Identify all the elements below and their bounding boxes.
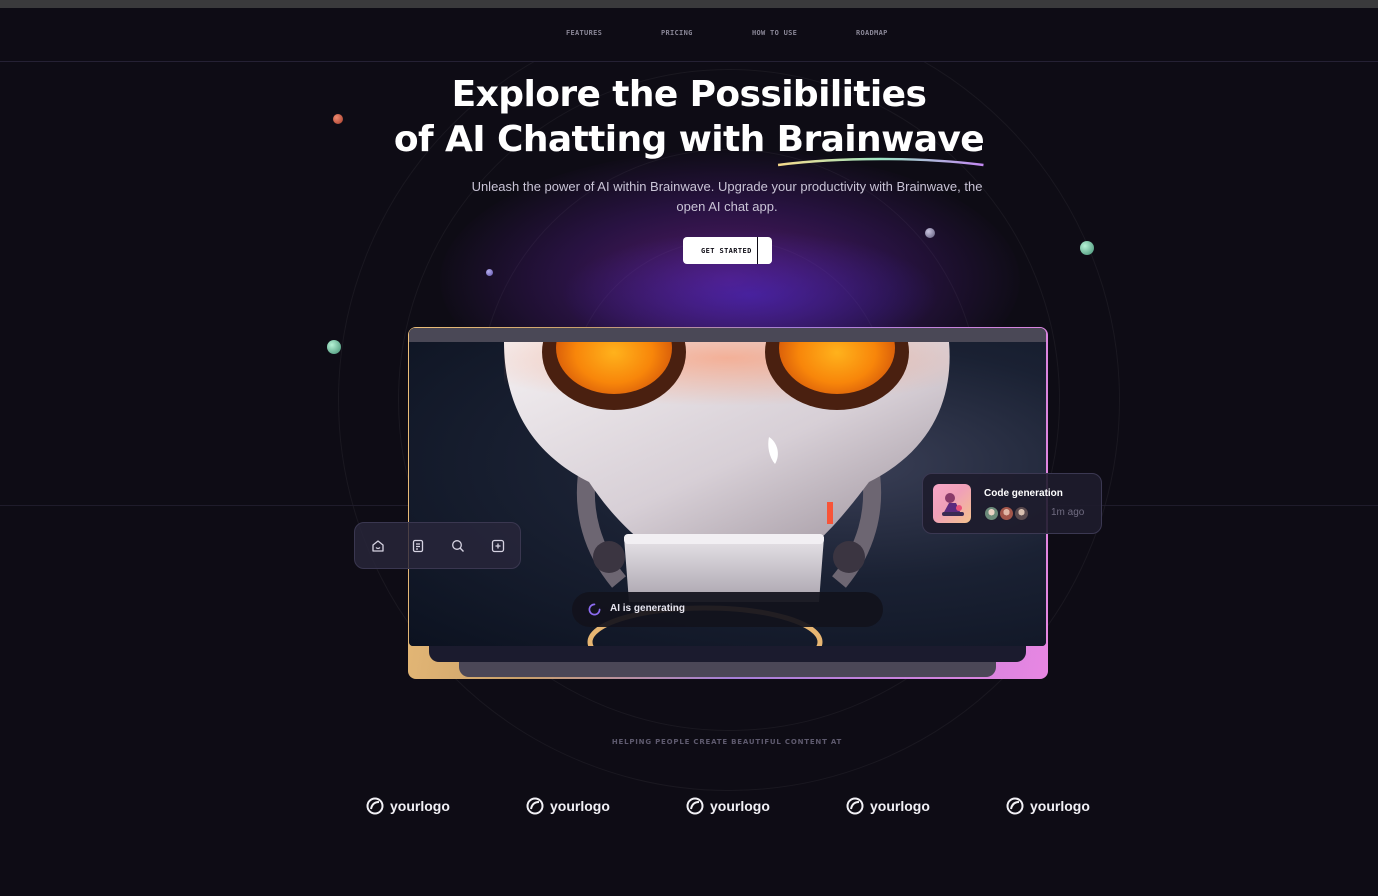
get-started-button[interactable]: GET STARTED bbox=[683, 237, 772, 264]
company-logo-text: yourlogo bbox=[390, 798, 450, 814]
company-logo-icon bbox=[686, 797, 704, 815]
loading-spinner-icon bbox=[588, 603, 601, 616]
company-logo-icon bbox=[846, 797, 864, 815]
company-logo-icon bbox=[526, 797, 544, 815]
get-started-label: GET STARTED bbox=[701, 246, 752, 255]
avatar bbox=[999, 506, 1014, 521]
nav-link-roadmap[interactable]: ROADMAP bbox=[856, 29, 888, 37]
company-logo-text: yourlogo bbox=[1030, 798, 1090, 814]
search-icon[interactable] bbox=[449, 537, 467, 555]
decor-orb-red bbox=[333, 114, 343, 124]
ai-generating-status: AI is generating bbox=[572, 592, 883, 627]
floating-toolbar bbox=[354, 522, 521, 569]
browser-top-strip bbox=[0, 0, 1378, 8]
showcase-topbar bbox=[409, 328, 1046, 342]
button-corner-notch bbox=[757, 237, 772, 264]
code-generation-card: Code generation 1m ago bbox=[922, 473, 1102, 534]
decor-orb-green-right bbox=[1080, 241, 1094, 255]
notification-thumbnail bbox=[933, 484, 971, 523]
decor-orb-grey bbox=[925, 228, 935, 238]
brand-underline-curve bbox=[777, 157, 984, 167]
company-logo-icon bbox=[366, 797, 384, 815]
hero-title-line2: of AI Chatting with Brainwave bbox=[389, 117, 989, 167]
decor-orb-green-left bbox=[327, 340, 341, 354]
navbar: FEATURES PRICING HOW TO USE ROADMAP bbox=[0, 8, 1378, 62]
hero-title-brand: Brainwave bbox=[776, 117, 985, 167]
hero-title: Explore the Possibilities of AI Chatting… bbox=[389, 72, 989, 167]
nav-link-features[interactable]: FEATURES bbox=[566, 29, 602, 37]
company-logo[interactable]: yourlogo bbox=[686, 796, 770, 816]
notification-time: 1m ago bbox=[1051, 507, 1085, 518]
avatar bbox=[984, 506, 999, 521]
nav-link-pricing[interactable]: PRICING bbox=[661, 29, 693, 37]
ai-generating-text: AI is generating bbox=[610, 603, 686, 614]
companies-heading: HELPING PEOPLE CREATE BEAUTIFUL CONTENT … bbox=[611, 738, 843, 746]
file-text-icon[interactable] bbox=[409, 537, 427, 555]
hero-title-brand-text: Brainwave bbox=[776, 119, 985, 160]
company-logo[interactable]: yourlogo bbox=[526, 796, 610, 816]
company-logo[interactable]: yourlogo bbox=[366, 796, 450, 816]
company-logo-text: yourlogo bbox=[550, 798, 610, 814]
avatar bbox=[1014, 506, 1029, 521]
showcase-stack-layer-2 bbox=[459, 662, 996, 677]
home-smile-icon[interactable] bbox=[369, 537, 387, 555]
notification-title: Code generation bbox=[984, 488, 1063, 499]
company-logo-icon bbox=[1006, 797, 1024, 815]
hero-subtitle: Unleash the power of AI within Brainwave… bbox=[471, 179, 983, 214]
company-logo-text: yourlogo bbox=[710, 798, 770, 814]
company-logo-text: yourlogo bbox=[870, 798, 930, 814]
plus-square-icon[interactable] bbox=[489, 537, 507, 555]
nav-link-how-to-use[interactable]: HOW TO USE bbox=[752, 29, 797, 37]
showcase-stack-layer-1 bbox=[429, 646, 1026, 662]
company-logo[interactable]: yourlogo bbox=[1006, 796, 1090, 816]
hero-title-line1: Explore the Possibilities bbox=[451, 74, 927, 115]
landing-page: FEATURES PRICING HOW TO USE ROADMAP Expl… bbox=[0, 0, 1378, 896]
hero-title-prefix: of AI Chatting with bbox=[393, 119, 777, 160]
avatar-group bbox=[984, 506, 1034, 521]
company-logo[interactable]: yourlogo bbox=[846, 796, 930, 816]
decor-orb-violet-small bbox=[486, 269, 493, 276]
